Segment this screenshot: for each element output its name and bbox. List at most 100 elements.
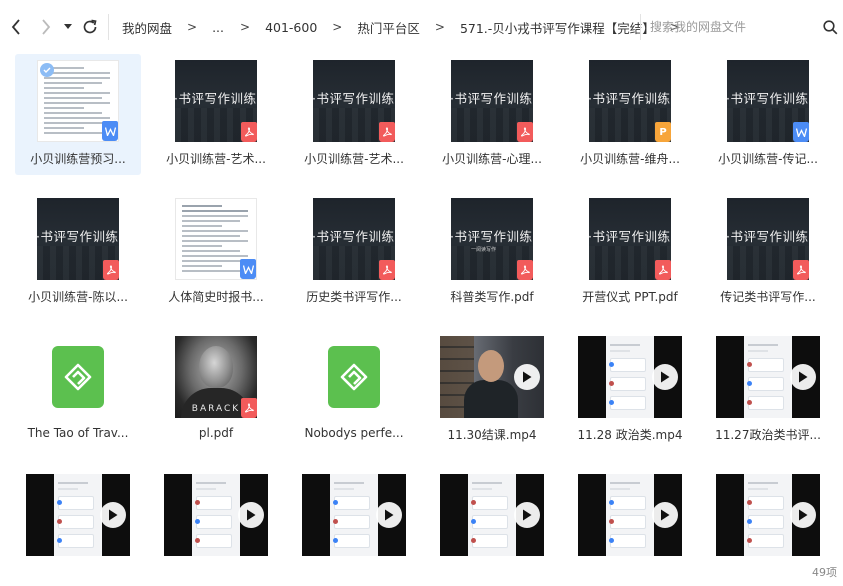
breadcrumb-item-ellipsis[interactable]: ... — [212, 20, 224, 35]
refresh-button[interactable] — [79, 14, 101, 40]
course-cover-thumbnail: 贝·书评写作训练营 — [175, 60, 257, 142]
history-dropdown-button[interactable] — [59, 14, 77, 40]
file-item[interactable]: 贝·书评写作训练营一阅读写作科普类写作.pdf — [429, 192, 555, 313]
course-cover-thumbnail: 贝·书评写作训练营 P — [589, 60, 671, 142]
file-item[interactable]: 贝·书评写作训练营小贝训练营-艺术... — [291, 54, 417, 175]
pdf-badge-icon — [517, 122, 533, 142]
epub-file-icon — [52, 346, 104, 408]
file-item[interactable]: 贝·书评写作训练营开营仪式 PPT.pdf — [567, 192, 693, 313]
course-cover-thumbnail: 贝·书评写作训练营 — [313, 60, 395, 142]
search-button[interactable] — [820, 17, 840, 37]
file-name: 小贝训练营-陈以... — [28, 290, 128, 304]
breadcrumb-separator: > — [187, 20, 198, 34]
cover-title: 贝·书评写作训练营 — [727, 91, 809, 106]
file-thumbnail — [164, 198, 268, 280]
pdf-badge-icon — [379, 260, 395, 280]
file-name: 小贝训练营预习... — [30, 152, 126, 166]
file-item[interactable]: 11.26传记类 6.3... — [15, 468, 141, 560]
play-icon — [100, 502, 126, 528]
file-item[interactable]: BARACK pl.pdf — [153, 330, 279, 451]
play-icon — [238, 502, 264, 528]
chevron-right-icon — [42, 19, 51, 35]
file-item[interactable]: 贝·书评写作训练营 P 小贝训练营-维舟... — [567, 54, 693, 175]
file-item[interactable]: 小贝训练营预习... — [15, 54, 141, 175]
course-cover-thumbnail: 贝·书评写作训练营一阅读写作 — [451, 198, 533, 280]
file-item[interactable]: 贝·书评写作训练营小贝训练营-艺术... — [153, 54, 279, 175]
course-cover-thumbnail: 贝·书评写作训练营 — [313, 198, 395, 280]
file-item[interactable]: 贝·书评写作训练营历史类书评写作... — [291, 192, 417, 313]
file-item[interactable]: The Tao of Trav... — [15, 330, 141, 451]
play-icon — [790, 502, 816, 528]
file-item[interactable]: 11.28 政治类.mp4 — [567, 330, 693, 451]
word-badge-icon — [102, 121, 118, 141]
top-toolbar: 我的网盘 > ... > 401-600 > 热门平台区 > 571.-贝小戎书… — [0, 0, 843, 54]
back-button[interactable] — [5, 14, 27, 40]
file-thumbnail — [578, 474, 682, 556]
file-thumbnail — [440, 474, 544, 556]
file-item[interactable]: 11.24历史类正课... — [429, 468, 555, 560]
breadcrumb-item-current-folder[interactable]: 571.-贝小戎书评写作课程【完结】 — [460, 18, 655, 37]
play-icon — [376, 502, 402, 528]
file-thumbnail: 贝·书评写作训练营 — [302, 198, 406, 280]
file-thumbnail: 贝·书评写作训练营一阅读写作 — [440, 198, 544, 280]
breadcrumb-separator: > — [434, 20, 445, 34]
file-item[interactable]: 贝·书评写作训练营传记类书评写作... — [705, 192, 831, 313]
refresh-icon — [83, 19, 97, 34]
file-thumbnail — [26, 60, 130, 142]
course-cover-thumbnail: 贝·书评写作训练营 — [37, 198, 119, 280]
word-badge-icon — [793, 122, 809, 142]
pdf-badge-icon — [655, 260, 671, 280]
cover-title: 贝·书评写作训练营 — [313, 91, 395, 106]
file-name: 开营仪式 PPT.pdf — [582, 290, 678, 304]
breadcrumb-item-range[interactable]: 401-600 — [265, 20, 317, 35]
file-name: 11.28 政治类.mp4 — [577, 428, 683, 442]
play-icon — [652, 502, 678, 528]
file-thumbnail — [26, 474, 130, 556]
search-icon — [822, 19, 837, 34]
file-name: 人体简史时报书... — [168, 290, 264, 304]
file-item[interactable]: 贝·书评写作训练营小贝训练营-传记... — [705, 54, 831, 175]
file-thumbnail — [440, 336, 544, 418]
cover-title: 贝·书评写作训练营 — [589, 229, 671, 244]
file-thumbnail: 贝·书评写作训练营 P — [578, 60, 682, 142]
file-thumbnail — [26, 336, 130, 418]
course-cover-thumbnail: 贝·书评写作训练营 — [727, 60, 809, 142]
video-thumbnail — [716, 336, 820, 418]
cover-title: 贝·书评写作训练营 — [313, 229, 395, 244]
video-frame — [192, 474, 240, 556]
file-item[interactable]: 11.26传记类 6.1... — [153, 468, 279, 560]
file-item[interactable]: 11.30结课.mp4 — [429, 330, 555, 451]
file-item[interactable]: 人体简史时报书... — [153, 192, 279, 313]
file-item[interactable]: 贝·书评写作训练营小贝训练营-心理... — [429, 54, 555, 175]
search-input[interactable] — [650, 14, 810, 40]
video-frame — [744, 336, 792, 418]
video-thumbnail — [440, 474, 544, 556]
chevron-left-icon — [11, 19, 20, 35]
file-item[interactable]: 11.27政治类书评... — [705, 330, 831, 451]
play-icon — [652, 364, 678, 390]
file-item[interactable]: Nobodys perfe... — [291, 330, 417, 451]
cover-title: 贝·书评写作训练营 — [727, 229, 809, 244]
file-item[interactable]: 11.25传记类预习... — [291, 468, 417, 560]
file-item[interactable]: 11.23历史类预习... — [567, 468, 693, 560]
check-icon[interactable] — [40, 63, 54, 77]
breadcrumb-separator: > — [240, 20, 251, 34]
file-grid: 小贝训练营预习...贝·书评写作训练营小贝训练营-艺术...贝·书评写作训练营小… — [15, 54, 843, 560]
play-icon — [790, 364, 816, 390]
file-item[interactable]: 11.23历史类 6.3... — [705, 468, 831, 560]
forward-button[interactable] — [35, 14, 57, 40]
file-thumbnail: BARACK — [164, 336, 268, 418]
photo-thumbnail: BARACK — [175, 336, 257, 418]
cover-title: 贝·书评写作训练营 — [175, 91, 257, 106]
video-thumbnail — [302, 474, 406, 556]
file-thumbnail: 贝·书评写作训练营 — [26, 198, 130, 280]
video-frame — [606, 336, 654, 418]
file-item[interactable]: 贝·书评写作训练营小贝训练营-陈以... — [15, 192, 141, 313]
course-cover-thumbnail: 贝·书评写作训练营 — [727, 198, 809, 280]
breadcrumb-item-home[interactable]: 我的网盘 — [122, 18, 172, 37]
cover-title: 贝·书评写作训练营 — [37, 229, 119, 244]
video-frame — [54, 474, 102, 556]
file-thumbnail: 贝·书评写作训练营 — [716, 60, 820, 142]
file-thumbnail: 贝·书评写作训练营 — [302, 60, 406, 142]
breadcrumb-item-hot-platform[interactable]: 热门平台区 — [357, 18, 420, 37]
